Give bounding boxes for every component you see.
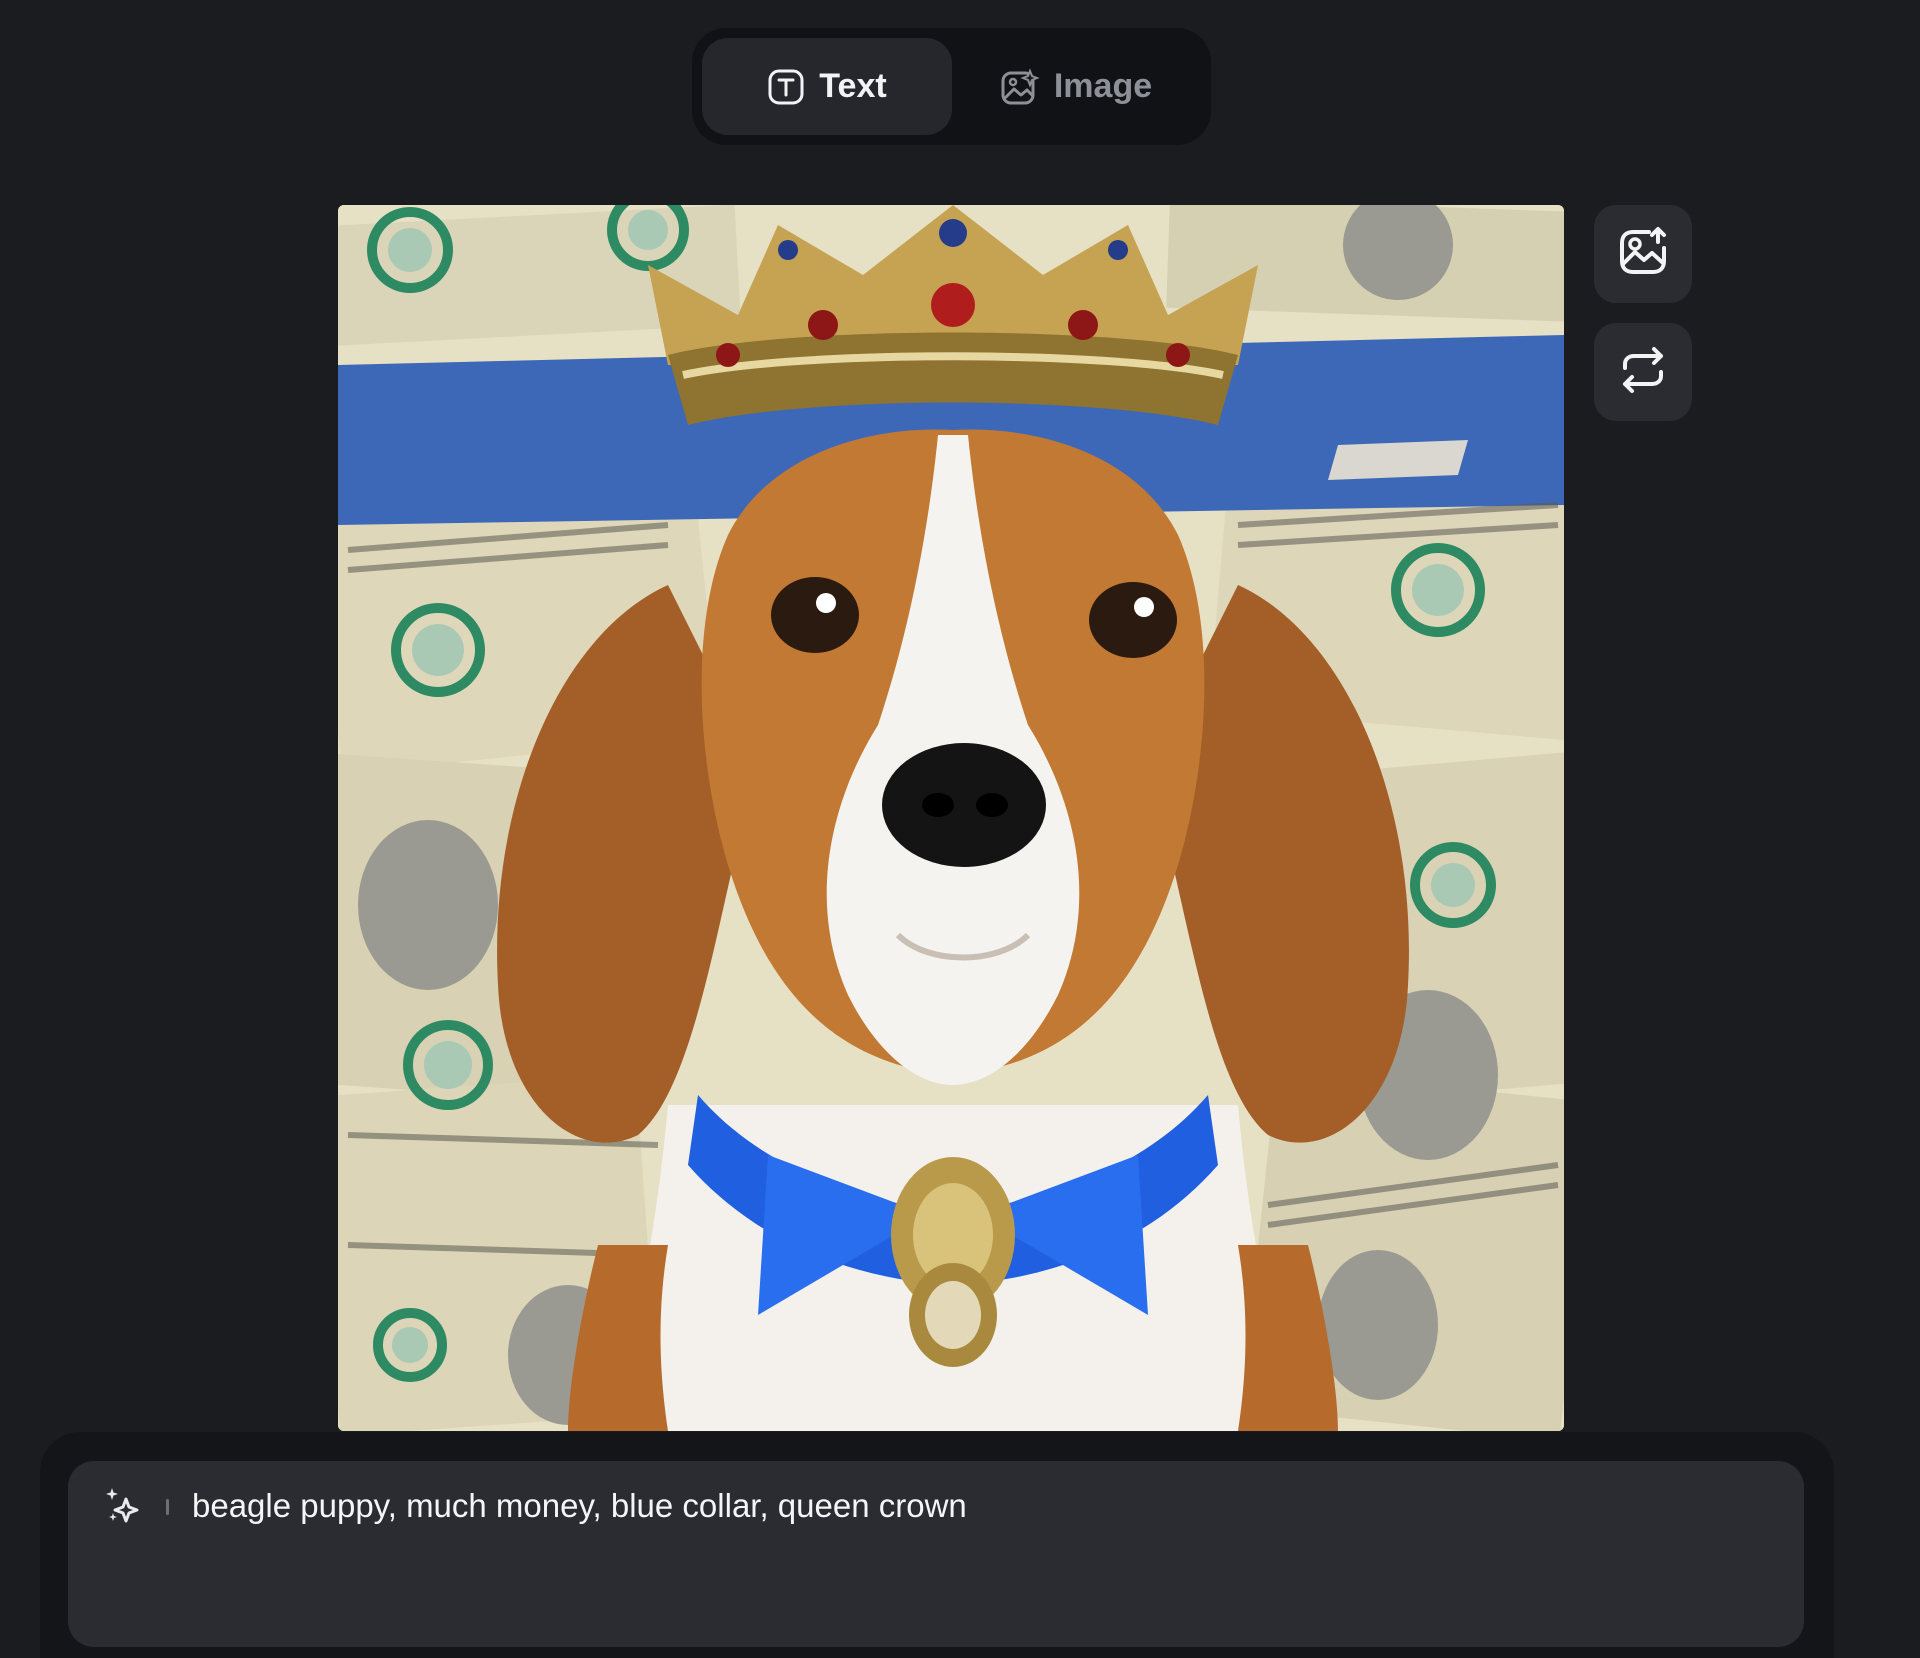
tab-image[interactable]: Image <box>951 38 1201 135</box>
tab-image-label: Image <box>1053 67 1153 105</box>
mode-toggle: Text Image <box>692 28 1211 145</box>
regenerate-button[interactable] <box>1594 323 1692 421</box>
tab-text[interactable]: Text <box>702 38 952 135</box>
tab-text-label: Text <box>819 67 887 105</box>
image-upload-button[interactable] <box>1594 205 1692 303</box>
text-cursor <box>166 1499 169 1515</box>
image-upload-icon <box>1617 226 1669 283</box>
text-icon <box>767 68 805 106</box>
image-icon <box>1000 67 1040 106</box>
sparkles-icon[interactable] <box>104 1485 144 1532</box>
app-page: Text Image beagle puppy, much money, blu… <box>0 0 1920 1658</box>
repeat-icon <box>1617 344 1669 401</box>
beagle-image <box>338 205 1564 1431</box>
prompt-input[interactable]: beagle puppy, much money, blue collar, q… <box>68 1461 1804 1647</box>
generated-image <box>338 205 1564 1431</box>
prompt-text[interactable]: beagle puppy, much money, blue collar, q… <box>192 1483 967 1529</box>
